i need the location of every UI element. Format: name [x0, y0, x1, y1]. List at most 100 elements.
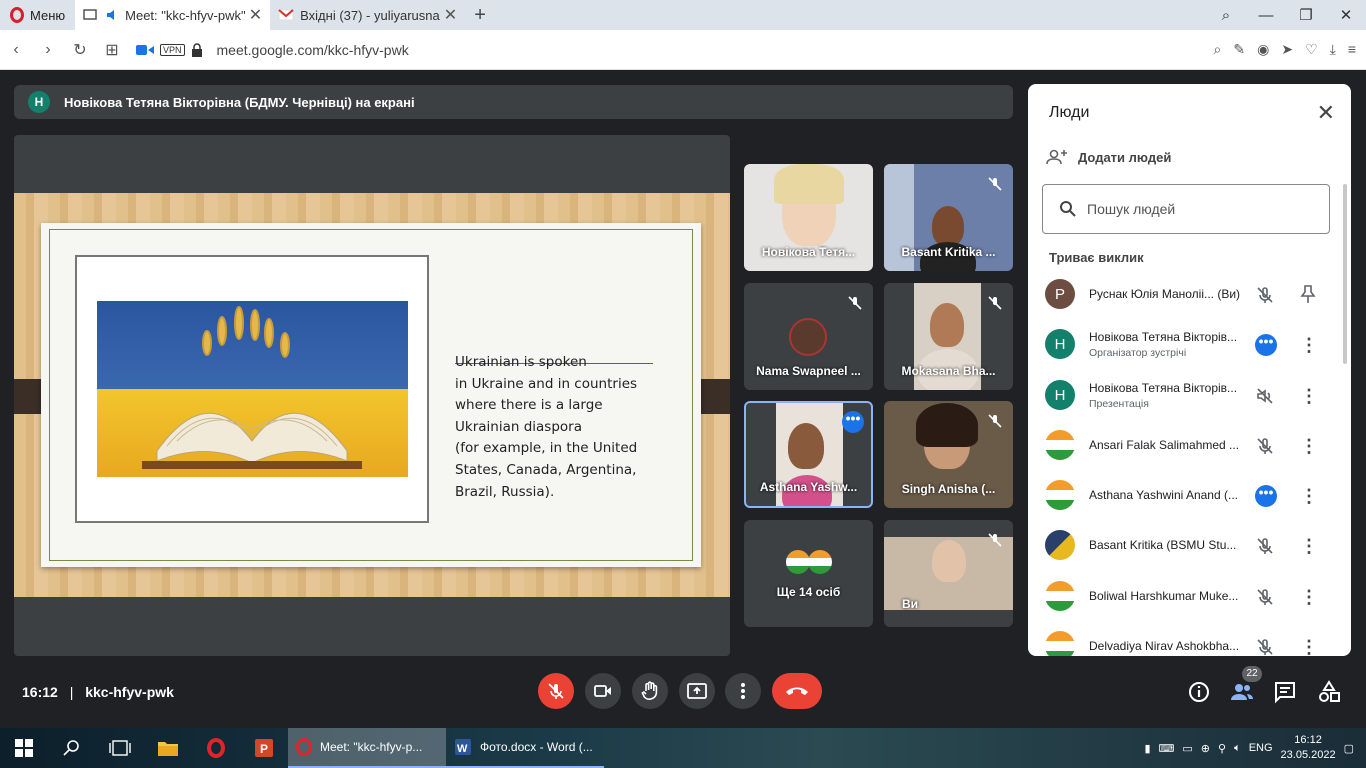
participant-tile[interactable]: Новікова Тетя...	[744, 164, 873, 271]
more-options-icon[interactable]: ⋮	[1300, 636, 1318, 656]
more-options-icon[interactable]: ⋮	[1300, 586, 1318, 608]
heart-icon[interactable]: ♡	[1305, 41, 1318, 58]
end-call-button[interactable]	[772, 673, 822, 709]
raise-hand-button[interactable]	[632, 673, 668, 709]
person-row[interactable]: Н Новікова Тетяна Вікторів... Організато…	[1028, 320, 1338, 370]
tray-volume-icon[interactable]: 🔈︎	[1234, 742, 1241, 755]
camera-toggle-button[interactable]	[585, 673, 621, 709]
tray-battery-icon[interactable]: ▭	[1182, 742, 1192, 755]
opera-menu-button[interactable]: Меню	[0, 0, 75, 30]
taskbar-app-word[interactable]: W Фото.docx - Word (...	[446, 728, 604, 768]
start-button[interactable]	[0, 728, 48, 768]
vpn-badge[interactable]: VPN	[160, 43, 185, 56]
reload-icon[interactable]: ↻	[64, 40, 96, 60]
more-options-icon[interactable]: ⋮	[1300, 385, 1318, 407]
tabs-grid-icon[interactable]: ⊞	[96, 40, 128, 60]
tray-network-icon[interactable]: ⊕	[1201, 742, 1210, 755]
meeting-details-icon[interactable]	[1187, 680, 1211, 704]
send-icon[interactable]: ➤	[1281, 41, 1293, 58]
person-row[interactable]: Delvadiya Nirav Ashokbha... ⋮	[1028, 622, 1338, 656]
person-name: Руснак Юлія Маноліі... (Ви)	[1089, 287, 1241, 301]
person-row[interactable]: Boliwal Harshkumar Muke... ⋮	[1028, 572, 1338, 622]
add-people-button[interactable]: Додати людей	[1046, 148, 1171, 166]
tray-usb-icon[interactable]: ⚲	[1218, 742, 1226, 755]
restore-icon[interactable]: ❐	[1286, 6, 1326, 24]
windows-taskbar: P Meet: "kkc-hfyv-p... W Фото.docx - Wor…	[0, 728, 1366, 768]
presenter-avatar: Н	[28, 91, 50, 113]
activities-icon[interactable]	[1317, 680, 1341, 704]
tray-keyboard-icon[interactable]: ⌨	[1159, 742, 1175, 755]
powerpoint-icon[interactable]: P	[240, 728, 288, 768]
tab-window-icon	[83, 9, 97, 20]
download-icon[interactable]: ⤓	[1330, 41, 1336, 58]
person-row[interactable]: Basant Kritika (BSMU Stu... ⋮	[1028, 521, 1338, 571]
chat-icon[interactable]	[1273, 680, 1297, 704]
people-icon[interactable]	[1230, 680, 1254, 704]
tab-meet[interactable]: Meet: "kkc-hfyv-pwk" ✕	[75, 0, 271, 30]
more-options-icon[interactable]: ⋮	[1300, 485, 1318, 507]
person-role: Презентація	[1089, 398, 1149, 410]
tray-app-icon[interactable]: ▮	[1144, 742, 1150, 755]
more-participants-tile[interactable]: Ще 14 осіб	[744, 520, 873, 627]
participant-name: Новікова Тетя...	[761, 245, 856, 259]
search-tabs-icon[interactable]: ⌕	[1206, 7, 1246, 24]
person-name: Новікова Тетяна Вікторів...	[1089, 381, 1238, 395]
close-tab-icon[interactable]: ✕	[249, 5, 262, 25]
more-options-icon[interactable]: ⋮	[1300, 435, 1318, 457]
participant-tile[interactable]: Nama Swapneel ...	[744, 283, 873, 390]
taskbar-search-icon[interactable]	[48, 728, 96, 768]
participant-tile[interactable]: Singh Anisha (...	[884, 401, 1013, 508]
person-row[interactable]: Н Новікова Тетяна Вікторів... Презентаці…	[1028, 371, 1338, 421]
url-input[interactable]: meet.google.com/kkc-hfyv-pwk	[217, 42, 409, 58]
opera-taskbar-icon[interactable]	[192, 728, 240, 768]
search-icon[interactable]: ⌕	[1214, 41, 1222, 58]
edit-icon[interactable]: ✎	[1233, 41, 1245, 58]
menu-icon[interactable]: ≡	[1348, 41, 1356, 58]
mic-off-icon	[988, 296, 1002, 310]
person-row[interactable]: Ansari Falak Salimahmed ... ⋮	[1028, 421, 1338, 471]
meeting-info: 16:12 | kkc-hfyv-pwk	[22, 684, 174, 700]
people-panel-title: Люди	[1049, 104, 1090, 121]
tab-gmail[interactable]: Вхідні (37) - yuliyarusnak@ ✕	[270, 0, 465, 30]
file-explorer-icon[interactable]	[144, 728, 192, 768]
opera-icon	[296, 738, 312, 756]
more-vert-icon	[741, 683, 745, 699]
pin-icon[interactable]	[1300, 284, 1316, 304]
panel-scrollbar[interactable]	[1343, 184, 1347, 364]
participant-tile[interactable]: Mokasana Bha...	[884, 283, 1013, 390]
back-icon[interactable]: ‹	[0, 41, 32, 59]
forward-icon[interactable]: ›	[32, 41, 64, 59]
slide-line: Brazil, Russia).	[455, 483, 555, 500]
close-panel-icon[interactable]: ✕	[1317, 100, 1335, 126]
participant-tile-active[interactable]: ••• Asthana Yashw...	[744, 401, 873, 508]
close-window-icon[interactable]: ✕	[1326, 6, 1366, 24]
gmail-icon	[278, 9, 294, 21]
taskbar-app-opera-meet[interactable]: Meet: "kkc-hfyv-p...	[288, 728, 446, 768]
more-options-icon[interactable]: ⋮	[1300, 334, 1318, 356]
task-view-icon[interactable]	[96, 728, 144, 768]
participant-tile[interactable]: Basant Kritika ...	[884, 164, 1013, 271]
windows-logo-icon	[15, 739, 33, 757]
mic-off-icon	[1257, 438, 1273, 454]
more-options-button[interactable]	[725, 673, 761, 709]
new-tab-button[interactable]: +	[465, 4, 495, 27]
minimize-icon[interactable]: —	[1246, 7, 1286, 24]
snapshot-icon[interactable]: ◉	[1257, 41, 1269, 58]
more-options-icon[interactable]: ⋮	[1300, 535, 1318, 557]
taskbar-clock[interactable]: 16:12 23.05.2022	[1281, 733, 1336, 763]
person-name: Basant Kritika (BSMU Stu...	[1089, 538, 1237, 552]
self-tile[interactable]: Ви	[884, 520, 1013, 627]
system-tray: ▮ ⌨ ▭ ⊕ ⚲ 🔈︎ ENG 16:12 23.05.2022 ▢	[1144, 728, 1366, 768]
close-tab-icon[interactable]: ✕	[444, 5, 457, 25]
notifications-icon[interactable]: ▢	[1344, 742, 1354, 755]
self-name: Ви	[902, 597, 919, 611]
mic-toggle-button[interactable]	[538, 673, 574, 709]
language-indicator[interactable]: ENG	[1249, 742, 1273, 754]
person-row[interactable]: Р Руснак Юлія Маноліі... (Ви)	[1028, 270, 1338, 320]
present-screen-button[interactable]	[679, 673, 715, 709]
person-row[interactable]: Asthana Yashwini Anand (... ••• ⋮	[1028, 471, 1338, 521]
participant-hair	[916, 403, 978, 447]
people-search-input[interactable]: Пошук людей	[1042, 184, 1330, 234]
mic-off-icon	[848, 296, 862, 310]
people-panel: Люди ✕ Додати людей Пошук людей Триває в…	[1028, 84, 1351, 656]
